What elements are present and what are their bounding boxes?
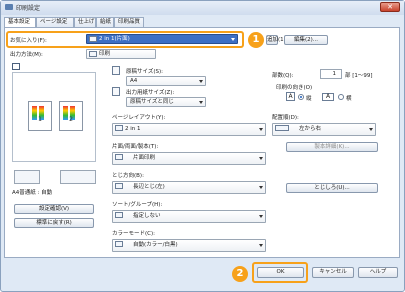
portrait-icon: A	[286, 92, 295, 101]
landscape-label: 横	[346, 96, 352, 102]
binding-margin-button[interactable]: とじしろ(U)...	[286, 183, 378, 193]
original-size-value: A4	[130, 78, 138, 84]
chevron-down-icon	[259, 215, 263, 218]
preview-status: A4普通紙 : 自動	[12, 190, 53, 196]
color-mode-icon	[115, 241, 123, 247]
left-to-right-icon	[275, 125, 289, 131]
copies-label: 部数(Q):	[272, 73, 294, 79]
sort-label: ソート/グループ(H):	[112, 202, 163, 208]
preview-page-2: 2	[59, 101, 83, 131]
one-sided-icon	[115, 154, 123, 160]
window-title: 印刷設定	[16, 5, 41, 12]
favorites-label: お気に入り(F):	[10, 38, 47, 44]
preview-page-1: 1	[28, 101, 52, 131]
original-size-select[interactable]: A4	[126, 76, 206, 86]
output-size-icon	[112, 87, 120, 96]
output-method-label: 出力方法(M):	[10, 52, 43, 58]
duplex-value: 片面印刷	[133, 155, 156, 161]
preview-toggle-icon[interactable]	[12, 63, 20, 70]
sort-icon	[115, 212, 123, 218]
copies-range: 部 [1〜99]	[345, 73, 373, 79]
chevron-down-icon	[259, 157, 263, 160]
ok-button[interactable]: OK	[257, 267, 304, 278]
paper-stack-icon	[14, 170, 40, 184]
preview-page-number-2: 2	[69, 116, 73, 123]
chevron-down-icon	[259, 244, 263, 247]
print-icon	[89, 51, 97, 57]
close-button[interactable]: ✕	[380, 2, 400, 12]
page-order-value: 左から右	[299, 126, 322, 132]
help-button[interactable]: ヘルプ	[358, 267, 398, 278]
callout-2: 2	[232, 266, 248, 282]
landscape-icon: A	[322, 93, 334, 101]
cancel-button[interactable]: キャンセル	[312, 267, 354, 278]
chevron-down-icon	[259, 128, 263, 131]
output-method-value: 印刷	[99, 51, 111, 57]
layout-2in1-small-icon	[115, 125, 123, 131]
duplex-label: 片面/両面/製本(T):	[112, 144, 159, 150]
original-size-label: 原稿サイズ(S):	[126, 69, 163, 75]
edit-favorite-button[interactable]: 編集(2)...	[284, 35, 328, 45]
layout-2in1-icon	[60, 170, 96, 184]
orientation-label: 印刷の向き(O)	[276, 85, 313, 91]
preview-page-number-1: 1	[38, 116, 42, 123]
long-edge-binding-icon	[115, 183, 123, 189]
output-size-select[interactable]: 原稿サイズと同じ	[126, 97, 206, 107]
chevron-down-icon	[199, 80, 203, 83]
copies-spinner[interactable]: 1	[320, 69, 342, 79]
portrait-label: 縦	[306, 96, 312, 102]
layout-preview: 1 2	[12, 72, 96, 162]
binding-label: とじ方向(B):	[112, 173, 144, 179]
landscape-radio[interactable]	[338, 94, 344, 100]
page-order-label: 配置順(D):	[272, 115, 299, 121]
view-settings-button[interactable]: 設定確認(V)	[14, 204, 94, 214]
add-favorite-button[interactable]: 追加(1)...	[266, 35, 291, 45]
page-layout-label: ページレイアウト(Y):	[112, 115, 166, 121]
original-size-icon	[112, 66, 120, 75]
page-order-select[interactable]: 左から右	[272, 123, 376, 136]
binding-select[interactable]: 長辺とじ(左)	[112, 181, 266, 194]
binding-value: 長辺とじ(左)	[133, 184, 165, 190]
chevron-down-icon	[369, 128, 373, 131]
favorite-profile-icon	[89, 36, 97, 42]
restore-defaults-button[interactable]: 標準に戻す(R)	[14, 218, 94, 228]
color-mode-label: カラーモード(C):	[112, 231, 155, 237]
sort-select[interactable]: 指定しない	[112, 210, 266, 223]
callout-1: 1	[248, 32, 264, 48]
favorites-value: 2 in 1(片面)	[99, 36, 130, 42]
portrait-radio[interactable]	[298, 94, 304, 100]
title-bar	[1, 1, 404, 15]
chevron-down-icon	[259, 186, 263, 189]
color-mode-select[interactable]: 自動(カラー/白黒)	[112, 239, 266, 252]
booklet-details-button[interactable]: 製本詳細(K)...	[286, 142, 378, 152]
sort-value: 指定しない	[133, 213, 161, 219]
duplex-select[interactable]: 片面印刷	[112, 152, 266, 165]
output-size-label: 出力用紙サイズ(Z):	[126, 90, 175, 96]
output-size-value: 原稿サイズと同じ	[130, 99, 174, 105]
chevron-down-icon	[231, 38, 235, 41]
printer-icon	[5, 4, 13, 10]
color-mode-value: 自動(カラー/白黒)	[133, 242, 178, 248]
favorites-select[interactable]: 2 in 1(片面)	[86, 34, 238, 44]
output-method-select[interactable]: 印刷	[86, 49, 156, 59]
page-layout-value: 2 in 1	[125, 126, 141, 132]
chevron-down-icon	[199, 101, 203, 104]
page-layout-select[interactable]: 2 in 1	[112, 123, 266, 136]
